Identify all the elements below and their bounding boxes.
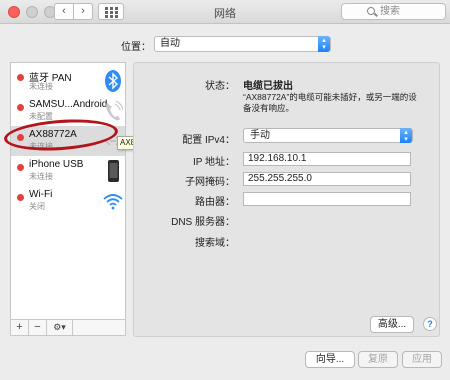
ip-address-field[interactable]: 192.168.10.1 [243, 152, 411, 166]
service-status: 未连接 [29, 172, 53, 181]
search-placeholder: 搜索 [380, 6, 400, 17]
service-name: AX88772A [29, 129, 77, 140]
apply-button[interactable]: 应用 [402, 351, 442, 368]
service-status: 未连接 [29, 142, 53, 151]
status-dot [17, 134, 24, 141]
advanced-button[interactable]: 高级... [370, 316, 414, 333]
service-status: 关闭 [29, 202, 45, 211]
assist-me-button[interactable]: 向导... [305, 351, 355, 368]
iphone-icon [108, 160, 119, 182]
search-field[interactable]: 搜索 [341, 3, 446, 20]
service-status: 未配置 [29, 112, 53, 121]
location-label: 位置： [121, 42, 151, 53]
revert-button[interactable]: 复原 [358, 351, 398, 368]
action-menu-button[interactable]: ⚙▾ [47, 320, 73, 335]
search-domain-label: 搜索域： [195, 238, 235, 249]
service-name: SAMSU...Android [29, 99, 108, 110]
router-field[interactable] [243, 192, 411, 206]
service-name: Wi-Fi [29, 189, 53, 200]
ip-address-label: IP 地址： [192, 157, 235, 168]
service-name: iPhone USB [29, 159, 84, 170]
service-item-bluetooth-pan[interactable]: 蓝牙 PAN 未连接 [11, 66, 125, 96]
wifi-icon [103, 194, 123, 210]
remove-service-button[interactable]: − [29, 320, 47, 335]
service-list[interactable]: 蓝牙 PAN 未连接 SAMSU...Android 未配置 AX88772A … [10, 62, 126, 320]
status-dot [17, 104, 24, 111]
phone-icon [106, 100, 123, 121]
title-bar: ‹ › 网络 搜索 [0, 0, 450, 24]
service-item-samsung-android[interactable]: SAMSU...Android 未配置 [11, 96, 125, 126]
subnet-mask-label: 子网掩码： [185, 177, 235, 188]
chevron-updown-icon: ▴ ▾ [318, 36, 330, 52]
service-item-iphone-usb[interactable]: iPhone USB 未连接 [11, 156, 125, 186]
search-icon [367, 7, 375, 15]
config-ipv4-select[interactable]: 手动 ▴ ▾ [243, 128, 413, 143]
help-button[interactable]: ? [423, 317, 437, 331]
status-dot [17, 74, 24, 81]
bluetooth-icon [105, 70, 121, 92]
service-item-ax88772a[interactable]: AX88772A 未连接 [11, 126, 125, 156]
add-service-button[interactable]: + [11, 320, 29, 335]
config-ipv4-value: 手动 [250, 130, 270, 141]
dns-server-label: DNS 服务器： [171, 217, 235, 228]
service-item-wifi[interactable]: Wi-Fi 关闭 [11, 186, 125, 216]
subnet-mask-field[interactable]: 255.255.255.0 [243, 172, 411, 186]
service-list-toolbar: + − ⚙▾ [10, 320, 126, 336]
service-status: 未连接 [29, 82, 53, 91]
chevron-updown-icon: ▴ ▾ [400, 128, 412, 143]
location-select[interactable]: 自动 ▴ ▾ [154, 36, 331, 52]
status-description-cont: 备没有响应。 [243, 103, 295, 113]
status-value: 电缆已拔出 [243, 81, 293, 92]
status-dot [17, 164, 24, 171]
location-value: 自动 [160, 38, 180, 49]
config-ipv4-label: 配置 IPv4： [182, 135, 235, 146]
status-label: 状态： [205, 81, 235, 92]
status-dot [17, 194, 24, 201]
router-label: 路由器： [195, 197, 235, 208]
